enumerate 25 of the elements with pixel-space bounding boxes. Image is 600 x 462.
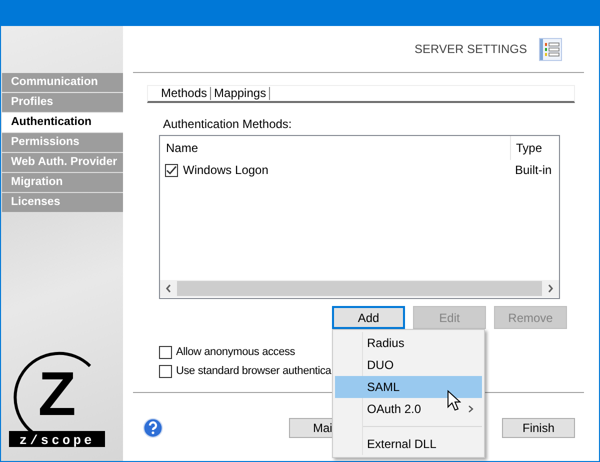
section-label: Authentication Methods: bbox=[163, 116, 293, 130]
table-cell-text: Built-in bbox=[515, 162, 553, 179]
checkbox[interactable] bbox=[159, 365, 172, 378]
horizontal-scrollbar[interactable] bbox=[160, 280, 559, 297]
column-header: Type bbox=[510, 136, 559, 160]
footer-button[interactable]: Finish bbox=[502, 418, 575, 438]
tab[interactable]: Mappings bbox=[214, 87, 270, 100]
menu-item[interactable]: DUO bbox=[335, 354, 482, 376]
sidebar-item[interactable]: Authentication bbox=[2, 113, 123, 132]
help-icon[interactable] bbox=[143, 418, 163, 438]
checkbox-label: Allow anonymous access bbox=[176, 345, 296, 360]
checkbox[interactable] bbox=[159, 346, 172, 359]
menu-item[interactable]: SAML bbox=[335, 376, 482, 398]
checkbox-label: Use standard browser authentica bbox=[176, 364, 332, 380]
action-button[interactable]: Add bbox=[332, 306, 405, 329]
page-title: SERVER SETTINGS bbox=[414, 41, 527, 58]
menu-item[interactable]: OAuth 2.0 bbox=[335, 398, 482, 420]
logo: Z z/scope bbox=[9, 347, 105, 447]
cursor-icon bbox=[447, 390, 461, 412]
column-header: Name bbox=[165, 140, 198, 157]
checkbox[interactable] bbox=[165, 164, 178, 176]
menu-item[interactable]: Radius bbox=[335, 332, 482, 354]
table-cell-text: Windows Logon bbox=[183, 162, 268, 179]
settings-list-icon[interactable] bbox=[539, 38, 562, 60]
tab[interactable]: Methods bbox=[161, 87, 212, 100]
